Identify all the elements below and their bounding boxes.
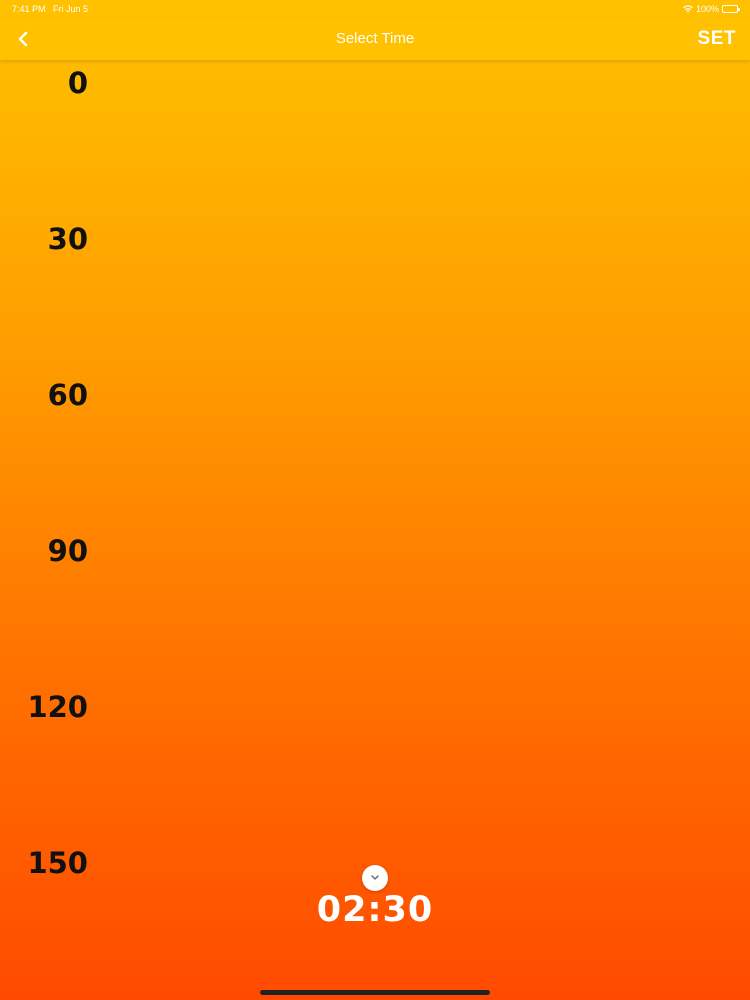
scale-label: 90	[47, 534, 88, 568]
scale-label: 120	[27, 690, 88, 724]
chevron-down-icon	[371, 875, 379, 880]
scale-label: 0	[67, 66, 88, 100]
wifi-icon	[682, 5, 693, 13]
battery-percent: 100%	[695, 4, 719, 14]
status-time: 7:41 PM	[12, 4, 46, 14]
navigation-bar: Select Time SET	[0, 18, 750, 60]
status-bar: 7:41 PM Fri Jun 5 100%	[0, 0, 750, 18]
selected-time: 02:30	[316, 890, 434, 930]
status-date: Fri Jun 5	[53, 4, 89, 14]
scale-label: 30	[47, 222, 88, 256]
battery-icon	[722, 5, 740, 13]
page-title: Select Time	[335, 30, 415, 47]
home-indicator	[260, 990, 490, 995]
set-button[interactable]: SET	[698, 28, 736, 50]
time-scale[interactable]: 0 30 60 90 120 150	[0, 60, 100, 960]
collapse-button[interactable]	[362, 865, 388, 891]
scale-label: 60	[47, 378, 88, 412]
status-indicators: 100%	[682, 4, 740, 14]
scale-label: 150	[27, 846, 88, 880]
